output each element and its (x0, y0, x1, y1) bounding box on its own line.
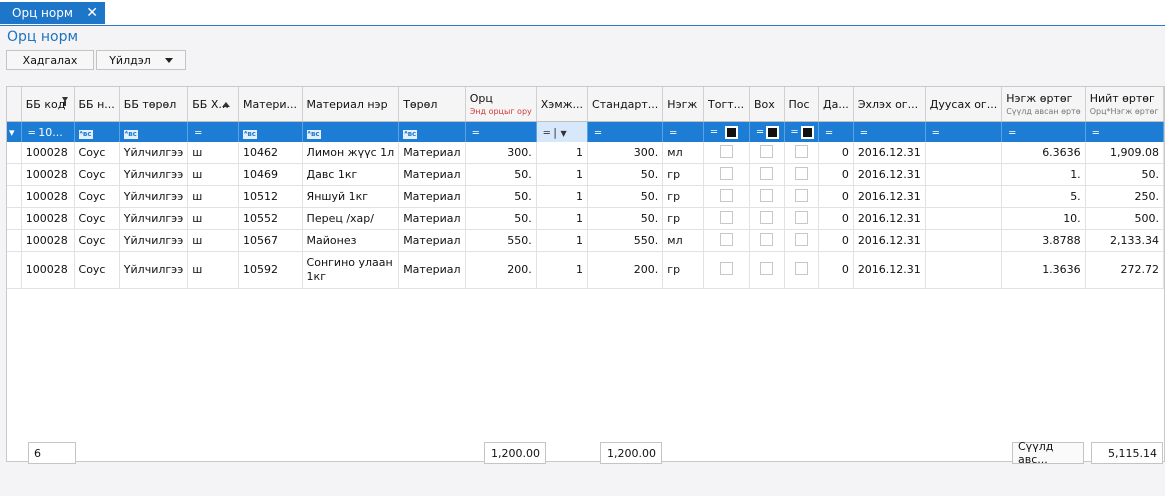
vox-checkbox[interactable] (760, 232, 774, 246)
filter-total-cost[interactable]: ═ (1085, 121, 1164, 142)
vox-checkbox[interactable] (760, 188, 774, 202)
vox-checkbox[interactable] (760, 144, 774, 158)
header-start-date[interactable]: Эхлэх ог... (853, 87, 926, 122)
header-type[interactable]: Төрөл (398, 87, 466, 122)
row-count-box: 6 (28, 442, 76, 464)
filter-orts[interactable]: ═ (465, 121, 537, 142)
pos-checkbox[interactable] (794, 261, 808, 275)
header-bb-code[interactable]: ББ код (21, 87, 75, 122)
pos-checkbox[interactable] (794, 232, 808, 246)
pos-checkbox[interactable] (794, 144, 808, 158)
filter-bb-name[interactable]: ᴬʙᴄ (74, 121, 120, 142)
filter-type[interactable]: ᴬʙᴄ (398, 121, 466, 142)
table-row[interactable]: 100028 Соус Үйлчилгээ ш 10552 Перец /хар… (7, 207, 1164, 230)
header-standard[interactable]: Стандарт... (587, 87, 664, 122)
actions-dropdown-button[interactable]: Үйлдэл (96, 50, 186, 70)
filter-vox[interactable]: ═ (749, 121, 785, 142)
save-button[interactable]: Хадгалах (6, 50, 94, 70)
pos-checkbox[interactable] (794, 210, 808, 224)
vox-checkbox[interactable] (760, 210, 774, 224)
filter-bb-unit[interactable]: ═ (187, 121, 239, 142)
table-row[interactable]: 100028 Соус Үйлчилгээ ш 10567 Майонез Ма… (7, 229, 1164, 252)
tab-bar: Орц норм ✕ (0, 0, 1165, 26)
grand-total-box: 5,115.14 (1091, 442, 1163, 464)
header-unit[interactable]: Нэгж (662, 87, 705, 122)
header-orts[interactable]: Орц Энд орцыг ору (465, 87, 537, 122)
togt-checkbox[interactable] (720, 144, 734, 158)
filter-measure[interactable]: ═ | ▼ (536, 121, 589, 142)
filter-bb-type[interactable]: ᴬʙᴄ (119, 121, 189, 142)
filter-bb-code[interactable]: ═ 10... (21, 121, 75, 142)
pos-checkbox[interactable] (794, 166, 808, 180)
vox-checkbox[interactable] (760, 261, 774, 275)
header-measure[interactable]: Хэмж... (536, 87, 589, 122)
header-material-name[interactable]: Материал нэр (302, 87, 400, 122)
header-row: ББ код ББ н... ББ төрөл ББ Х... Матери..… (7, 87, 1164, 122)
filter-da[interactable]: ═ (818, 121, 854, 142)
header-bb-unit[interactable]: ББ Х... (187, 87, 239, 122)
header-bb-name[interactable]: ББ н... (74, 87, 120, 122)
table-row[interactable]: 100028 Соус Үйлчилгээ ш 10592 Сонгино ул… (7, 251, 1164, 289)
header-togt[interactable]: Тогт... (703, 87, 751, 122)
filter-material-code[interactable]: ᴬʙᴄ (238, 121, 303, 142)
header-indicator (7, 87, 22, 122)
header-vox[interactable]: Вох (749, 87, 785, 122)
tab-label: Орц норм (12, 6, 73, 20)
filter-row: ▾ ═ 10... ᴬʙᴄ ᴬʙᴄ ═ ᴬʙᴄ ᴬʙᴄ ᴬʙᴄ ═ ═ | ▼ … (7, 121, 1164, 142)
togt-checkbox[interactable] (720, 210, 734, 224)
last-cost-button[interactable]: Сүүлд авс... (1012, 440, 1084, 466)
standard-total-box: 1,200.00 (600, 442, 662, 464)
chevron-down-icon (164, 57, 173, 63)
close-icon[interactable]: ✕ (86, 4, 98, 22)
filter-icon[interactable] (61, 97, 68, 106)
grid-table: ББ код ББ н... ББ төрөл ББ Х... Матери..… (7, 87, 1164, 289)
table-row[interactable]: 100028 Соус Үйлчилгээ ш 10462 Лимон жүүс… (7, 142, 1164, 164)
filter-unit-cost[interactable]: ═ (1001, 121, 1086, 142)
pos-checkbox[interactable] (794, 188, 808, 202)
filter-pos[interactable]: ═ (784, 121, 819, 142)
togt-checkbox[interactable] (720, 232, 734, 246)
header-total-cost[interactable]: Нийт өртөг Орц*Нэгж өртөг (1085, 87, 1164, 122)
filter-material-name[interactable]: ᴬʙᴄ (302, 121, 400, 142)
page-title: Орц норм (7, 29, 79, 45)
filter-unit[interactable]: ═ (662, 121, 705, 142)
header-da[interactable]: Да... (818, 87, 854, 122)
data-grid: ББ код ББ н... ББ төрөл ББ Х... Матери..… (6, 86, 1165, 462)
header-material-code[interactable]: Матери... (238, 87, 303, 122)
vox-checkbox[interactable] (760, 166, 774, 180)
header-pos[interactable]: Пос (784, 87, 819, 122)
filter-start-date[interactable]: ═ (853, 121, 926, 142)
orts-total-box: 1,200.00 (484, 442, 546, 464)
tab-orts-norm[interactable]: Орц норм ✕ (0, 2, 105, 24)
filter-standard[interactable]: ═ (587, 121, 664, 142)
table-row[interactable]: 100028 Соус Үйлчилгээ ш 10512 Яншуй 1кг … (7, 185, 1164, 208)
header-end-date[interactable]: Дуусах ог... (925, 87, 1003, 122)
sort-ascending-icon (221, 102, 230, 107)
filter-indicator-icon: ▾ (7, 121, 22, 142)
togt-checkbox[interactable] (720, 261, 734, 275)
header-bb-type[interactable]: ББ төрөл (119, 87, 189, 122)
filter-togt[interactable]: ═ (703, 121, 751, 142)
table-row[interactable]: 100028 Соус Үйлчилгээ ш 10469 Давс 1кг М… (7, 163, 1164, 186)
filter-end-date[interactable]: ═ (925, 121, 1003, 142)
header-unit-cost[interactable]: Нэгж өртөг Сүүлд авсан өртө (1001, 87, 1086, 122)
togt-checkbox[interactable] (720, 166, 734, 180)
togt-checkbox[interactable] (720, 188, 734, 202)
